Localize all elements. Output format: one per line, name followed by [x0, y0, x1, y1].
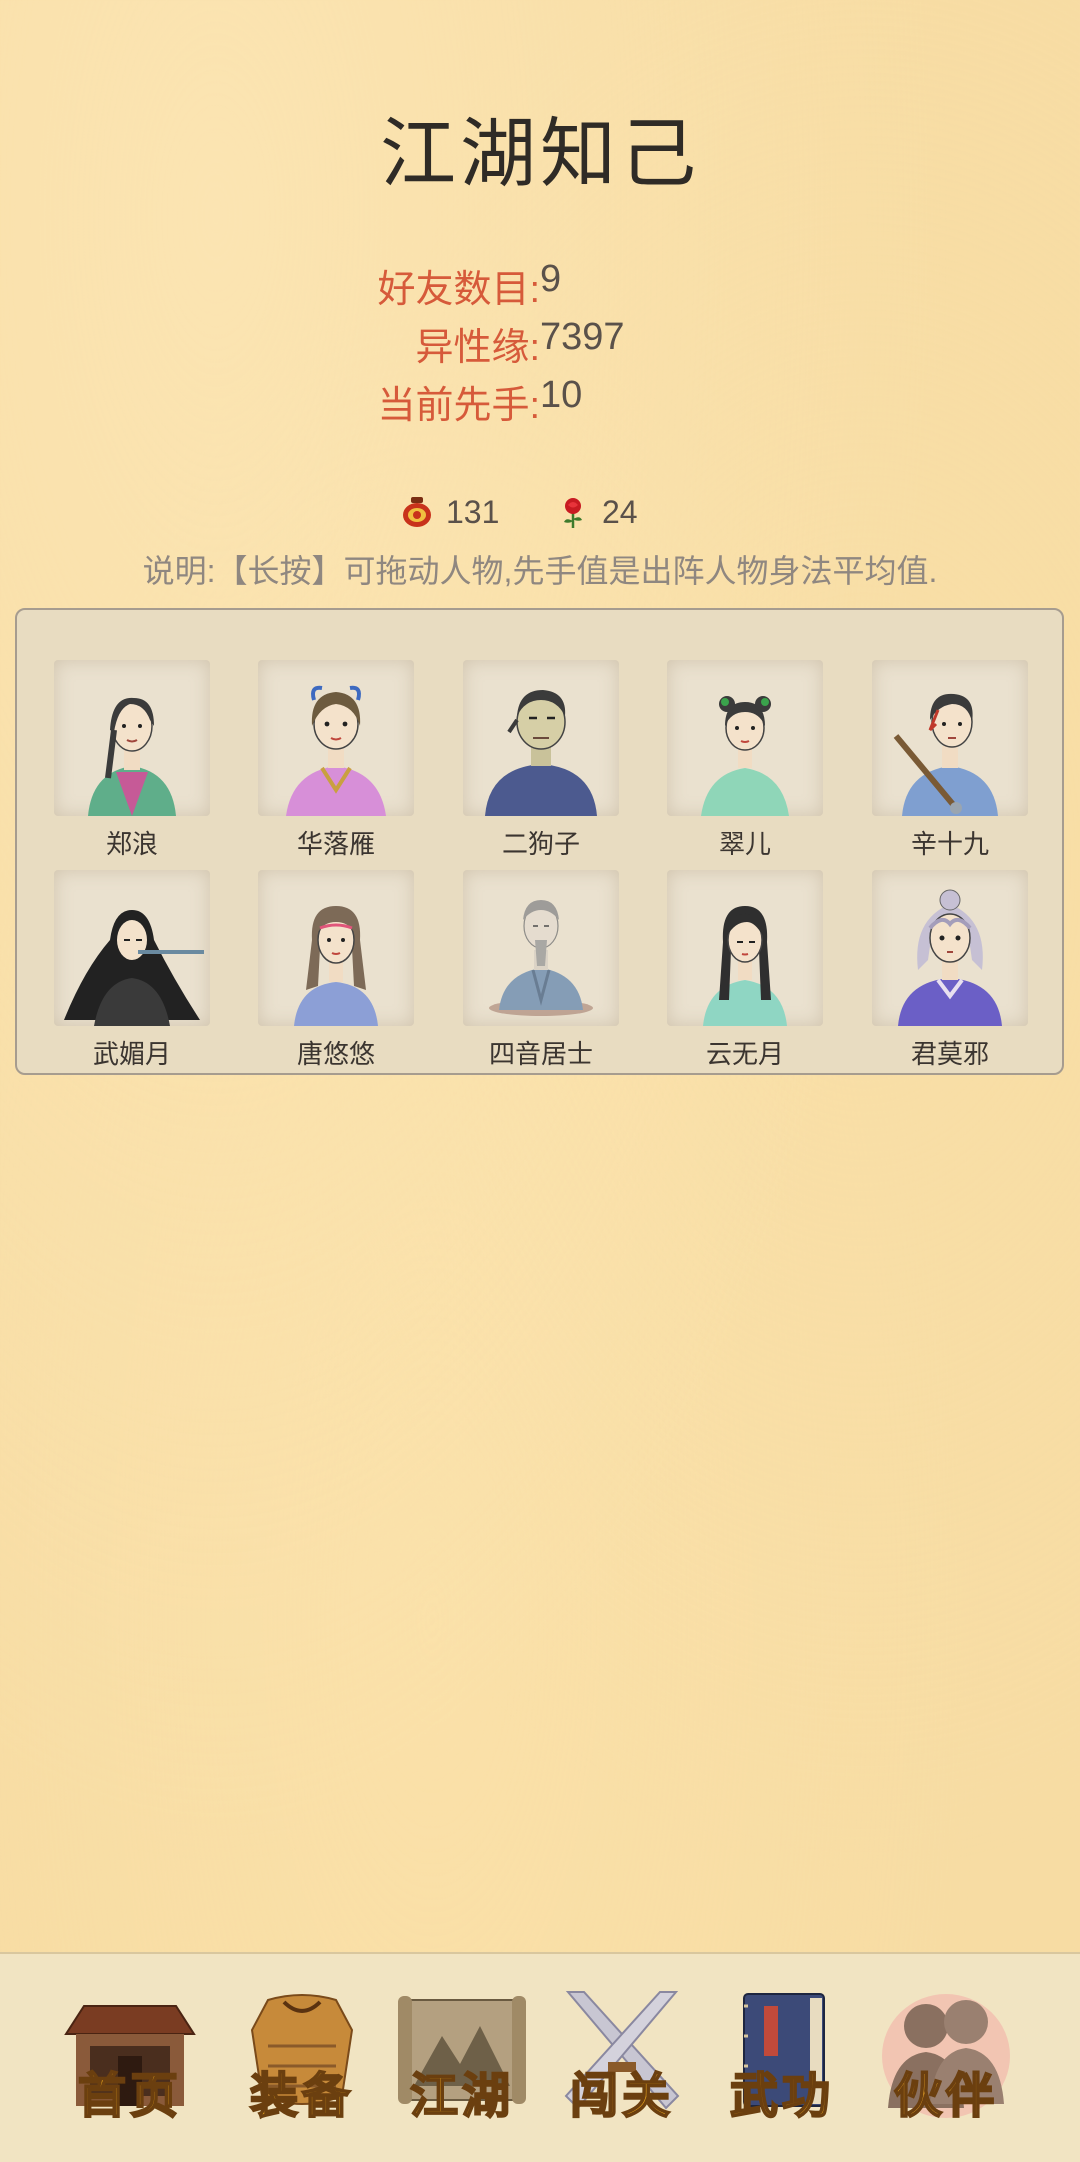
partner-portrait[interactable] — [54, 870, 210, 1026]
page-title: 江湖知己 — [380, 112, 700, 197]
wine-jar-icon — [403, 497, 431, 527]
rose-icon — [564, 498, 582, 528]
stat-friend-count: 好友数目: 9 — [0, 258, 1080, 316]
partner-portrait[interactable] — [258, 660, 414, 816]
partner-card[interactable]: 武媚月 — [54, 870, 210, 1071]
partner-name: 云无月 — [705, 1039, 784, 1069]
rose-count: 24 — [602, 493, 638, 530]
nav-item-partners[interactable]: 伙伴 — [878, 1986, 1014, 2126]
resources-bar: 131 24 — [0, 490, 1080, 534]
nav-label: 武功 — [729, 2067, 834, 2125]
partner-portrait[interactable] — [463, 660, 619, 816]
bottom-nav-bar: 首页 装备 江湖 闯关 武功 伙伴 — [0, 1952, 1080, 2162]
stat-value: 9 — [540, 258, 562, 300]
partner-portrait[interactable] — [463, 870, 619, 1026]
partner-portrait[interactable] — [54, 660, 210, 816]
partner-name: 华落雁 — [296, 829, 375, 859]
nav-item-home[interactable]: 首页 — [62, 1986, 198, 2126]
stat-label: 好友数目: — [377, 269, 540, 311]
nav-item-jianghu[interactable]: 江湖 — [394, 1986, 530, 2126]
instructions-text: 说明:【长按】可拖动人物,先手值是出阵人物身法平均值. — [142, 553, 938, 589]
nav-item-equipment[interactable]: 装备 — [234, 1986, 370, 2126]
nav-item-martial-arts[interactable]: 武功 — [714, 1986, 850, 2126]
stat-charm: 异性缘: 7397 — [0, 316, 1080, 374]
partner-portrait[interactable] — [872, 660, 1028, 816]
partner-name: 翠儿 — [718, 829, 771, 859]
partners-panel: 郑浪 华落雁 二狗子 翠儿 辛十九 武媚月 唐悠悠 四音居士 云无月 君莫邪 — [15, 608, 1064, 1075]
partner-name: 君莫邪 — [910, 1039, 989, 1069]
nav-label: 江湖 — [409, 2067, 514, 2125]
nav-label: 闯关 — [569, 2067, 674, 2125]
partner-card[interactable]: 四音居士 — [463, 870, 619, 1071]
partner-card[interactable]: 华落雁 — [258, 660, 414, 861]
partner-name: 武媚月 — [92, 1039, 171, 1069]
partner-portrait[interactable] — [667, 660, 823, 816]
wine-count: 131 — [446, 493, 500, 530]
partner-card[interactable]: 唐悠悠 — [258, 870, 414, 1071]
partner-portrait[interactable] — [872, 870, 1028, 1026]
stat-initiative: 当前先手: 10 — [0, 374, 1080, 432]
partner-card[interactable]: 君莫邪 — [872, 870, 1028, 1071]
partner-name: 四音居士 — [488, 1039, 593, 1069]
partner-card[interactable]: 云无月 — [667, 870, 823, 1071]
partner-card[interactable]: 翠儿 — [667, 660, 823, 861]
partner-name: 二狗子 — [501, 829, 580, 859]
nav-label: 装备 — [249, 2067, 354, 2125]
partner-card[interactable]: 二狗子 — [463, 660, 619, 861]
stat-value: 7397 — [540, 316, 625, 358]
partner-card[interactable]: 郑浪 — [54, 660, 210, 861]
nav-label: 首页 — [77, 2067, 182, 2125]
nav-item-challenge[interactable]: 闯关 — [554, 1986, 690, 2126]
wine-resource: 131 — [400, 490, 499, 534]
partner-name: 辛十九 — [910, 829, 989, 859]
partner-card[interactable]: 辛十九 — [872, 660, 1028, 861]
stat-label: 异性缘: — [415, 327, 540, 369]
partner-name: 郑浪 — [105, 829, 158, 859]
partner-portrait[interactable] — [667, 870, 823, 1026]
stats-section: 好友数目: 9 异性缘: 7397 当前先手: 10 — [0, 258, 1080, 432]
stat-value: 10 — [540, 374, 583, 416]
partner-portrait[interactable] — [258, 870, 414, 1026]
rose-resource: 24 — [556, 490, 638, 534]
stat-label: 当前先手: — [377, 385, 540, 427]
partner-name: 唐悠悠 — [296, 1039, 375, 1069]
nav-label: 伙伴 — [893, 2067, 998, 2125]
